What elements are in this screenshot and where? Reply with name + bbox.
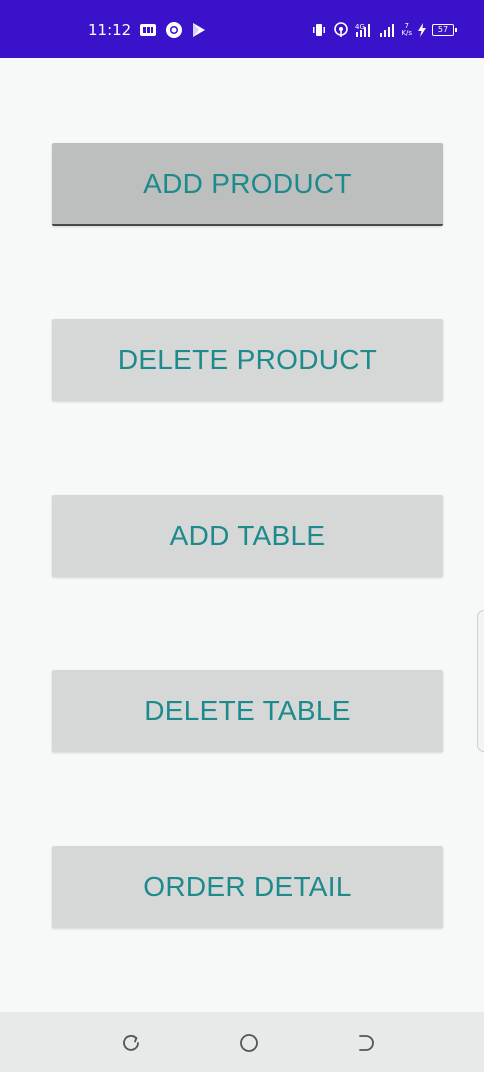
play-store-icon: [191, 22, 207, 38]
navigation-bar: [0, 1012, 484, 1072]
delete-table-button[interactable]: DELETE TABLE: [52, 670, 443, 752]
volte-signal-icon: 4G: [355, 22, 373, 38]
add-product-button[interactable]: ADD PRODUCT: [52, 143, 443, 226]
battery-level: 57: [437, 25, 449, 34]
net-speed: 7 K/s: [401, 23, 412, 37]
back-icon[interactable]: [352, 1030, 378, 1056]
status-left: 11:12: [88, 20, 207, 40]
status-right: 4G 7 K/s 57: [311, 20, 457, 40]
chrome-icon: [165, 22, 183, 38]
screen-record-icon: [139, 22, 157, 38]
delete-product-button[interactable]: DELETE PRODUCT: [52, 319, 443, 401]
status-bar: 11:12 4G 7 K/s 57: [0, 0, 484, 58]
vibrate-icon: [311, 22, 327, 38]
net-speed-unit: K/s: [401, 29, 412, 37]
order-detail-button[interactable]: ORDER DETAIL: [52, 846, 443, 928]
recents-icon[interactable]: [118, 1030, 144, 1056]
hotspot-icon: [333, 22, 349, 38]
battery-icon: 57: [432, 24, 457, 36]
home-icon[interactable]: [236, 1030, 262, 1056]
edge-panel-handle[interactable]: [477, 610, 484, 752]
add-table-button[interactable]: ADD TABLE: [52, 495, 443, 577]
charging-bolt-icon: [418, 22, 426, 38]
signal-bars-icon: [379, 22, 395, 38]
status-time: 11:12: [88, 21, 132, 39]
svg-text:4G: 4G: [355, 23, 365, 31]
